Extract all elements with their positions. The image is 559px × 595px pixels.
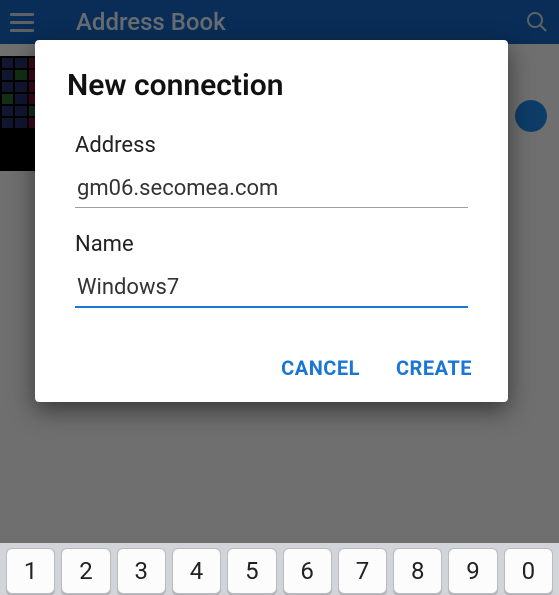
key-5[interactable]: 5: [227, 548, 276, 594]
key-0[interactable]: 0: [504, 548, 553, 594]
key-4[interactable]: 4: [172, 548, 221, 594]
key-8[interactable]: 8: [393, 548, 442, 594]
key-7[interactable]: 7: [338, 548, 387, 594]
dialog-title: New connection: [67, 68, 476, 103]
key-3[interactable]: 3: [117, 548, 166, 594]
new-connection-dialog: New connection Address Name CANCEL CREAT…: [35, 40, 508, 402]
address-input[interactable]: [75, 172, 468, 208]
name-input[interactable]: [75, 271, 468, 308]
address-label: Address: [75, 133, 468, 158]
cancel-button[interactable]: CANCEL: [281, 356, 360, 380]
key-2[interactable]: 2: [61, 548, 110, 594]
key-1[interactable]: 1: [6, 548, 55, 594]
soft-keyboard: 1 2 3 4 5 6 7 8 9 0: [0, 543, 559, 595]
create-button[interactable]: CREATE: [396, 356, 472, 380]
key-6[interactable]: 6: [283, 548, 332, 594]
address-field: Address: [67, 133, 476, 208]
dialog-actions: CANCEL CREATE: [67, 356, 476, 380]
name-label: Name: [75, 232, 468, 257]
name-field: Name: [67, 232, 476, 308]
key-9[interactable]: 9: [448, 548, 497, 594]
